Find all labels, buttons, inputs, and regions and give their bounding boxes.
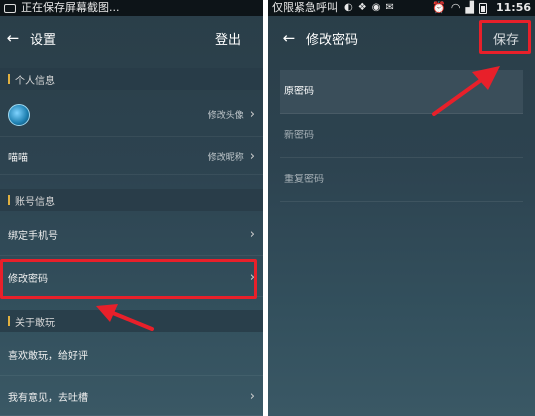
bind-phone-label: 绑定手机号 — [8, 231, 58, 242]
clock: 11:56 — [495, 1, 531, 14]
section-marker — [8, 74, 10, 84]
wifi-icon: ◠ — [450, 1, 461, 14]
avatar — [8, 103, 30, 126]
repeat-password-input[interactable] — [284, 174, 523, 185]
chevron-right-icon: › — [249, 227, 255, 242]
change-password-title-bar: ← 修改密码 保存 — [268, 16, 535, 60]
annotation-arrow — [432, 66, 500, 116]
section-account-info: 账号信息 — [0, 189, 263, 211]
new-password-field[interactable] — [280, 114, 523, 158]
section-title: 账号信息 — [15, 196, 55, 208]
nickname-value: 喵喵 — [8, 153, 28, 164]
section-marker — [8, 316, 10, 326]
settings-title-bar: ← 设置 登出 — [0, 16, 263, 60]
notification-icon: ✉ — [385, 2, 394, 13]
feedback-label: 我有意见，去吐槽 — [8, 393, 88, 404]
system-icons: ⏰ ◠ ▟ 11:56 — [432, 0, 531, 16]
status-bar: 仅限紧急呼叫 ◐ ❖ ◉ ✉ ⏰ ◠ ▟ 11:56 — [268, 0, 535, 16]
section-about: 关于敢玩 — [0, 310, 263, 332]
row-feedback[interactable]: 我有意见，去吐槽 › — [0, 378, 263, 416]
avatar-action-label: 修改头像 — [207, 111, 244, 121]
row-rate-app[interactable]: 喜欢敢玩，给好评 — [0, 334, 263, 376]
page-title: 设置 — [30, 32, 57, 48]
rate-app-label: 喜欢敢玩，给好评 — [8, 351, 88, 362]
row-bind-phone[interactable]: 绑定手机号 › — [0, 214, 263, 256]
section-title: 个人信息 — [15, 75, 55, 87]
chevron-right-icon: › — [249, 389, 255, 404]
row-nickname[interactable]: 喵喵 修改昵称 › — [0, 139, 263, 175]
nickname-action-label: 修改昵称 — [207, 153, 244, 163]
back-arrow-icon[interactable]: ← — [2, 29, 24, 47]
chevron-right-icon: › — [249, 107, 255, 122]
carrier-text: 仅限紧急呼叫 — [272, 1, 338, 14]
section-marker — [8, 195, 10, 205]
back-arrow-icon[interactable]: ← — [278, 29, 300, 47]
battery-icon — [478, 2, 487, 14]
row-avatar[interactable]: 修改头像 › — [0, 93, 263, 137]
status-bar: 正在保存屏幕截图... — [0, 0, 263, 16]
change-password-label: 修改密码 — [8, 274, 48, 285]
section-title: 关于敢玩 — [15, 317, 55, 329]
old-password-field[interactable] — [280, 70, 523, 114]
chevron-right-icon: › — [249, 270, 255, 285]
old-password-input[interactable] — [284, 86, 523, 97]
screenshot-icon — [4, 3, 16, 13]
notification-icon: ◐ — [344, 2, 353, 13]
chevron-right-icon: › — [249, 149, 255, 164]
change-password-screen: 仅限紧急呼叫 ◐ ❖ ◉ ✉ ⏰ ◠ ▟ 11:56 ← 修改密码 保存 — [268, 0, 535, 416]
section-personal-info: 个人信息 — [0, 68, 263, 90]
page-title: 修改密码 — [306, 32, 359, 48]
new-password-input[interactable] — [284, 130, 523, 141]
notification-icon: ❖ — [357, 2, 367, 13]
alarm-icon: ⏰ — [432, 1, 446, 14]
notification-icons: ◐ ❖ ◉ ✉ — [344, 0, 394, 16]
signal-icon: ▟ — [465, 1, 474, 14]
status-text: 正在保存屏幕截图... — [21, 1, 120, 14]
notification-icon: ◉ — [371, 2, 381, 13]
settings-screen: 正在保存屏幕截图... ← 设置 登出 个人信息 修改头像 › 喵喵 修改昵称 … — [0, 0, 263, 416]
repeat-password-field[interactable] — [280, 158, 523, 202]
row-change-password[interactable]: 修改密码 › — [0, 259, 263, 297]
logout-button[interactable]: 登出 — [215, 29, 241, 48]
save-button[interactable]: 保存 — [493, 29, 519, 48]
